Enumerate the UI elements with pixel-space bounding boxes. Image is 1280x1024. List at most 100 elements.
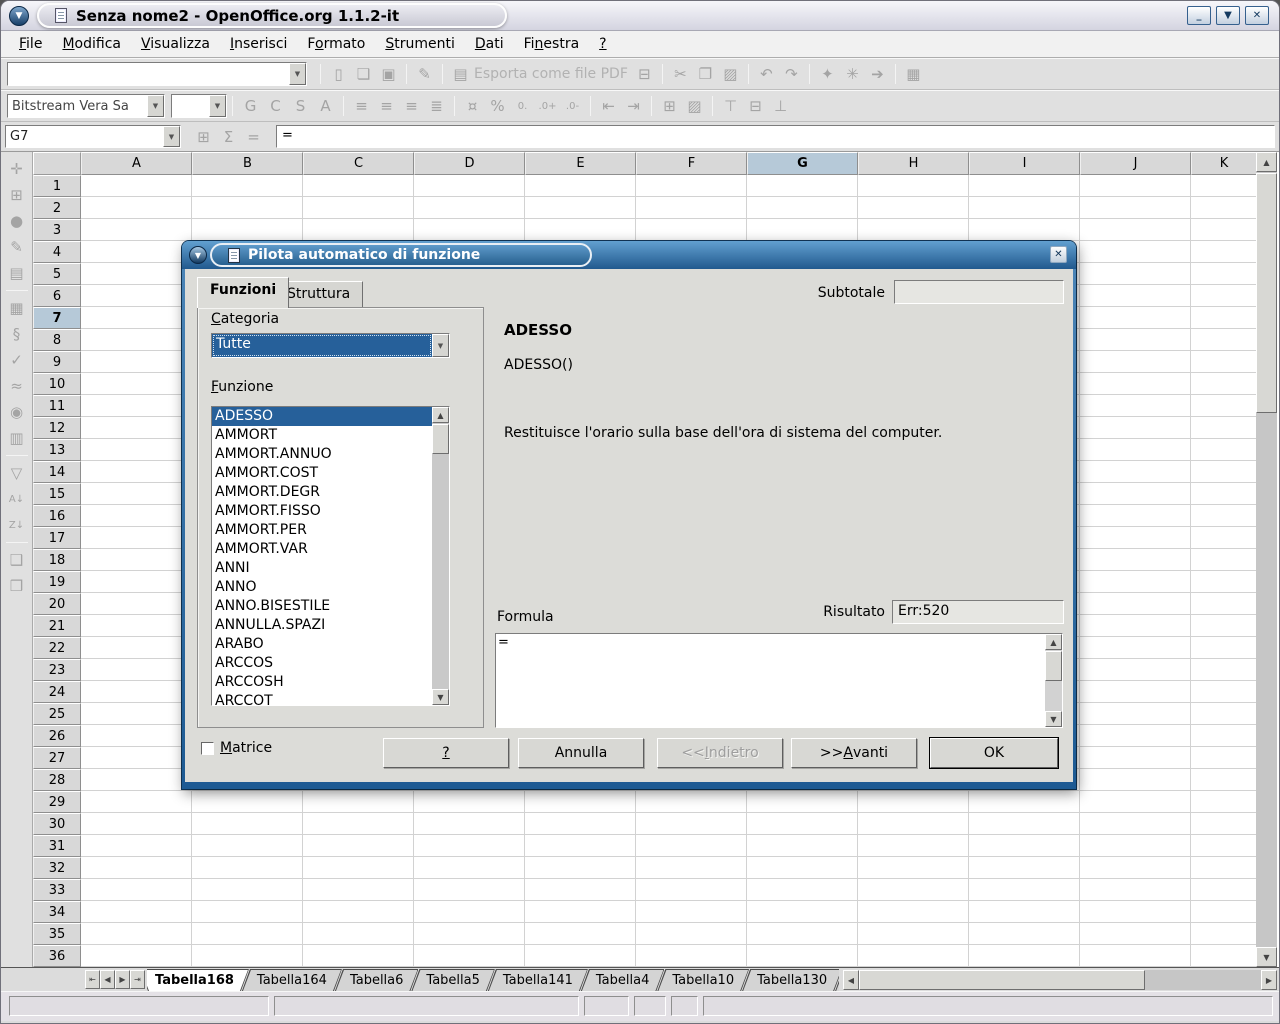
- indietro-button[interactable]: << Indietro: [657, 738, 783, 768]
- function-listbox[interactable]: ADESSOAMMORTAMMORT.ANNUOAMMORT.COSTAMMOR…: [211, 406, 450, 706]
- formula-scroll-thumb[interactable]: [1045, 651, 1062, 681]
- align-left-icon[interactable]: ≡: [350, 95, 373, 118]
- spellcheck-icon[interactable]: ✓: [5, 348, 28, 372]
- categoria-combobox[interactable]: Tutte ▼: [211, 333, 450, 358]
- ok-button[interactable]: OK: [930, 738, 1058, 768]
- row-header-2[interactable]: 2: [33, 197, 81, 219]
- column-header-D[interactable]: D: [414, 152, 525, 175]
- help-button[interactable]: ?: [383, 738, 509, 768]
- vertical-scrollbar[interactable]: ▲ ▼: [1256, 152, 1277, 967]
- menu-item-inserisci[interactable]: Inserisci: [220, 32, 297, 56]
- next-sheet-icon[interactable]: ▶: [115, 970, 130, 989]
- insert-object-icon[interactable]: ●: [5, 209, 28, 233]
- function-item-ammort.annuo[interactable]: AMMORT.ANNUO: [212, 445, 432, 464]
- sheet-tab-tabella130[interactable]: Tabella130: [742, 969, 839, 991]
- copy-icon[interactable]: ❐: [694, 63, 717, 86]
- row-header-12[interactable]: 12: [33, 417, 81, 439]
- scroll-left-icon[interactable]: ◀: [843, 970, 859, 990]
- function-item-anno[interactable]: ANNO: [212, 578, 432, 597]
- row-header-26[interactable]: 26: [33, 725, 81, 747]
- row-header-27[interactable]: 27: [33, 747, 81, 769]
- list-scroll-thumb[interactable]: [432, 424, 449, 454]
- font-name-combobox[interactable]: ▼: [7, 94, 165, 118]
- sort-ascending-icon[interactable]: A↓: [5, 487, 28, 511]
- new-document-icon[interactable]: ▯: [327, 63, 350, 86]
- find-replace-icon[interactable]: ◉: [5, 400, 28, 424]
- autoformat-icon[interactable]: ▦: [5, 296, 28, 320]
- last-sheet-icon[interactable]: ⇥: [130, 970, 145, 989]
- annulla-button[interactable]: Annulla: [518, 738, 644, 768]
- column-header-B[interactable]: B: [192, 152, 303, 175]
- row-header-8[interactable]: 8: [33, 329, 81, 351]
- name-box-dropdown-icon[interactable]: ▼: [163, 126, 180, 147]
- italic-icon[interactable]: C: [264, 95, 287, 118]
- row-header-33[interactable]: 33: [33, 879, 81, 901]
- draw-functions-icon[interactable]: ✎: [5, 235, 28, 259]
- align-vcenter-icon[interactable]: ⊟: [744, 95, 767, 118]
- categoria-dropdown-icon[interactable]: ▼: [432, 334, 449, 357]
- borders-icon[interactable]: ⊞: [658, 95, 681, 118]
- remove-decimal-icon[interactable]: .0-: [561, 95, 584, 118]
- sheet-tab-tabella6[interactable]: Tabella6: [335, 969, 418, 991]
- function-item-arabo[interactable]: ARABO: [212, 635, 432, 654]
- sheet-tab-tabella10[interactable]: Tabella10: [657, 969, 749, 991]
- add-decimal-icon[interactable]: .0+: [536, 95, 559, 118]
- row-header-17[interactable]: 17: [33, 527, 81, 549]
- select-all-corner[interactable]: [33, 152, 81, 175]
- cut-icon[interactable]: ✂: [669, 63, 692, 86]
- menu-item-modifica[interactable]: Modifica: [52, 32, 131, 56]
- vertical-scroll-thumb[interactable]: [1256, 173, 1277, 413]
- menu-item-formato[interactable]: Formato: [297, 32, 375, 56]
- formula-input-line[interactable]: =: [276, 125, 1275, 148]
- function-item-ammort.var[interactable]: AMMORT.VAR: [212, 540, 432, 559]
- scroll-down-icon[interactable]: ▼: [432, 689, 449, 705]
- equals-icon[interactable]: =: [242, 125, 265, 148]
- sheet-tab-tabella5[interactable]: Tabella5: [411, 969, 494, 991]
- save-icon[interactable]: ▣: [377, 63, 400, 86]
- row-header-19[interactable]: 19: [33, 571, 81, 593]
- function-item-ammort.degr[interactable]: AMMORT.DEGR: [212, 483, 432, 502]
- edit-file-icon[interactable]: ✎: [413, 63, 436, 86]
- row-header-11[interactable]: 11: [33, 395, 81, 417]
- scroll-down-icon[interactable]: ▼: [1045, 711, 1062, 727]
- gallery-icon[interactable]: ▦: [902, 63, 925, 86]
- align-top-icon[interactable]: ⊤: [719, 95, 742, 118]
- avanti-button[interactable]: >> Avanti: [791, 738, 917, 768]
- stylist-icon[interactable]: ✳: [841, 63, 864, 86]
- first-sheet-icon[interactable]: ⇤: [85, 970, 100, 989]
- redo-icon[interactable]: ↷: [780, 63, 803, 86]
- data-sources-icon[interactable]: ▥: [5, 426, 28, 450]
- row-header-14[interactable]: 14: [33, 461, 81, 483]
- scroll-down-icon[interactable]: ▼: [1256, 947, 1277, 967]
- font-name-dropdown-icon[interactable]: ▼: [147, 95, 164, 117]
- menu-item-?[interactable]: ?: [589, 32, 616, 56]
- sheet-tab-tabella168[interactable]: Tabella168: [147, 969, 249, 991]
- column-header-I[interactable]: I: [969, 152, 1080, 175]
- decrease-indent-icon[interactable]: ⇤: [597, 95, 620, 118]
- sheet-tab-tabella164[interactable]: Tabella164: [242, 969, 342, 991]
- row-header-4[interactable]: 4: [33, 241, 81, 263]
- formula-scrollbar[interactable]: ▲ ▼: [1045, 634, 1062, 727]
- row-header-34[interactable]: 34: [33, 901, 81, 923]
- url-combobox[interactable]: ▼: [7, 62, 307, 86]
- background-color-icon[interactable]: ▨: [683, 95, 706, 118]
- insert-icon[interactable]: ✛: [5, 157, 28, 181]
- row-header-15[interactable]: 15: [33, 483, 81, 505]
- function-item-arccot[interactable]: ARCCOT: [212, 692, 432, 705]
- previous-sheet-icon[interactable]: ◀: [100, 970, 115, 989]
- font-name-input[interactable]: [8, 95, 147, 117]
- insert-cells-icon[interactable]: ⊞: [5, 183, 28, 207]
- font-color-icon[interactable]: A: [314, 95, 337, 118]
- row-header-1[interactable]: 1: [33, 175, 81, 197]
- column-header-H[interactable]: H: [858, 152, 969, 175]
- dialog-close-button[interactable]: ✕: [1050, 246, 1067, 263]
- function-item-ammort.per[interactable]: AMMORT.PER: [212, 521, 432, 540]
- list-scrollbar[interactable]: ▲ ▼: [432, 407, 449, 705]
- column-header-K[interactable]: K: [1191, 152, 1257, 175]
- formula-editor[interactable]: = ▲ ▼: [495, 633, 1063, 728]
- number-standard-icon[interactable]: 0.: [511, 95, 534, 118]
- ungroup-icon[interactable]: ❒: [5, 574, 28, 598]
- insert-from-file-icon[interactable]: ▤: [5, 261, 28, 285]
- align-center-icon[interactable]: ≡: [375, 95, 398, 118]
- close-button[interactable]: ✕: [1245, 6, 1269, 25]
